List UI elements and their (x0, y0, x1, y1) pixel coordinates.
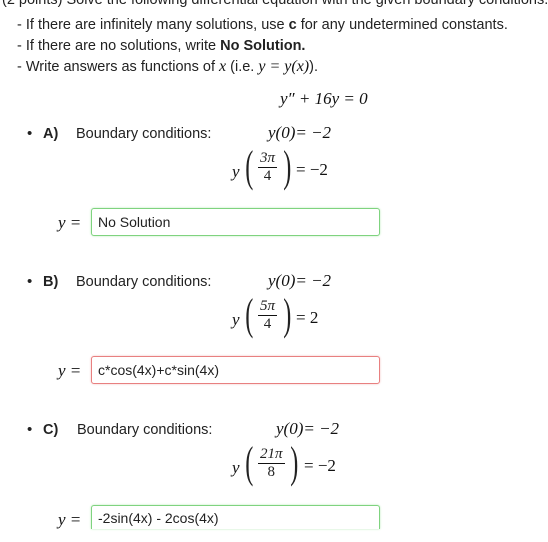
instruction-heading: (2 points) Solve the following different… (2, 0, 548, 8)
bullet: • (27, 273, 33, 290)
part-c-fraction: 21π 8 (258, 446, 285, 481)
left-paren: ( (245, 142, 254, 191)
instruction-note-nosolution: - If there are no solutions, write No So… (17, 38, 305, 54)
part-c-y-equals: y = (58, 510, 82, 529)
frac-numerator: 5π (258, 298, 278, 316)
part-c-label: C) (43, 422, 59, 438)
cond-text: y(0)= −2 (268, 123, 332, 142)
bullet: • (27, 125, 33, 142)
right-paren: ) (283, 142, 292, 191)
part-c-answer-input[interactable]: -2sin(4x) - 2cos(4x) (91, 505, 380, 529)
note-text: - If there are no solutions, write (17, 38, 221, 54)
note-text: (i.e. (226, 59, 259, 75)
note-text: for any undetermined constants. (296, 17, 508, 33)
instruction-note-functions: - Write answers as functions of x (i.e. … (17, 58, 318, 76)
note-constant: c (288, 17, 297, 33)
part-b-condition-2-rhs: = 2 (296, 308, 319, 327)
cond-text: y(0)= −2 (268, 271, 332, 290)
right-paren: ) (290, 438, 299, 487)
frac-numerator: 21π (258, 446, 285, 464)
frac-denominator: 4 (263, 316, 272, 332)
part-b-y-equals: y = (58, 361, 82, 380)
note-text: ). (309, 59, 318, 75)
part-c-condition-2-rhs: = −2 (304, 456, 336, 475)
part-a-condition-2-rhs: = −2 (296, 160, 328, 179)
note-bold: No Solution. (220, 38, 306, 54)
right-paren: ) (283, 290, 292, 339)
part-a-bc-label: Boundary conditions: (76, 126, 212, 142)
part-b-answer-input[interactable]: c*cos(4x)+c*sin(4x) (91, 356, 380, 384)
frac-numerator: 3π (258, 150, 278, 168)
bullet: • (27, 421, 33, 438)
part-a-fraction: 3π 4 (258, 150, 278, 185)
note-expr: y = y(x) (258, 58, 310, 75)
instruction-note-infinite: - If there are infinitely many solutions… (17, 17, 508, 33)
left-paren: ( (245, 290, 254, 339)
part-c-bc-label: Boundary conditions: (77, 422, 213, 438)
answer-value: -2sin(4x) - 2cos(4x) (98, 509, 219, 526)
frac-denominator: 4 (263, 168, 272, 184)
answer-value: No Solution (98, 214, 171, 230)
left-paren: ( (245, 438, 254, 487)
cond-text: y(0)= −2 (276, 419, 340, 438)
answer-value: c*cos(4x)+c*sin(4x) (98, 362, 219, 378)
frac-denominator: 8 (267, 464, 276, 480)
part-a-answer-input[interactable]: No Solution (91, 208, 380, 236)
differential-equation: y″ + 16y = 0 (280, 89, 368, 108)
note-text: - If there are infinitely many solutions… (17, 17, 289, 33)
part-b-fraction: 5π 4 (258, 298, 278, 333)
part-a-y-equals: y = (58, 213, 82, 232)
part-a-condition-1: y(0)= −2 (268, 123, 331, 143)
part-a-cond2-y: y (232, 162, 240, 181)
part-c-condition-1: y(0)= −2 (276, 419, 339, 439)
note-text: - Write answers as functions of (17, 59, 220, 75)
part-b-label: B) (43, 274, 59, 290)
part-b-bc-label: Boundary conditions: (76, 274, 212, 290)
part-a-label: A) (43, 126, 59, 142)
part-c-cond2-y: y (232, 458, 240, 477)
part-b-cond2-y: y (232, 310, 240, 329)
part-b-condition-1: y(0)= −2 (268, 271, 331, 291)
